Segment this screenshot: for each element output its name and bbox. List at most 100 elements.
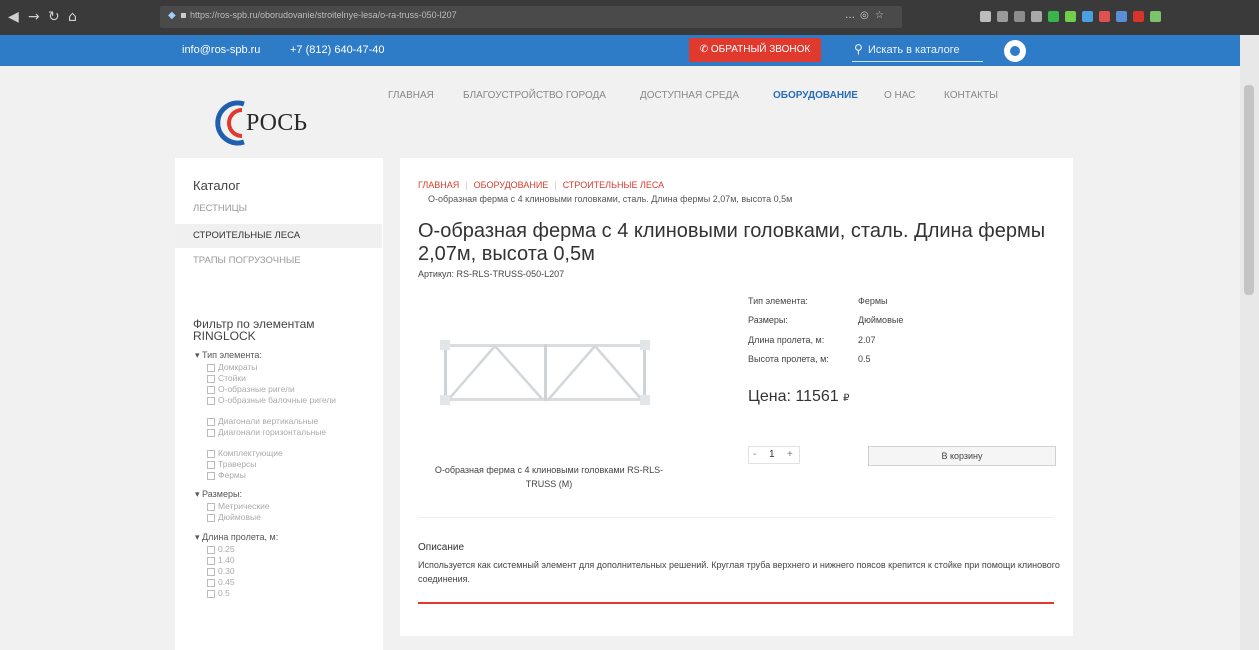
filter-option[interactable]: 0.25 [207, 544, 357, 554]
filter-group-span-length[interactable]: ▾ Длина пролета, м: [195, 532, 278, 543]
back-icon[interactable]: ◀ [8, 9, 19, 25]
extension-adblock-icon[interactable] [1133, 10, 1144, 22]
filter-option[interactable]: Диагонали горизонтальные [207, 427, 357, 437]
phone-link[interactable]: +7 (812) 640-47-40 [290, 44, 384, 56]
nav-about[interactable]: О НАС [884, 90, 915, 101]
search-icon: ⚲ [854, 42, 863, 56]
lock-icon: ▪ [180, 10, 187, 21]
home-icon[interactable]: ⌂ [68, 9, 77, 25]
reload-icon[interactable]: ↻ [48, 9, 60, 25]
filter-option[interactable]: Фермы [207, 470, 357, 480]
filter-option[interactable]: Домкраты [207, 362, 357, 372]
filter-group-type[interactable]: ▾ Тип элемента: [195, 350, 262, 361]
sidebar-item-ramps[interactable]: ТРАПЫ ПОГРУЗОЧНЫЕ [193, 255, 301, 266]
extension-red-icon[interactable] [1099, 10, 1110, 22]
address-bar[interactable]: ◆ ▪ https://ros-spb.ru/oborudovanie/stro… [160, 6, 902, 28]
forward-icon[interactable]: → [28, 9, 40, 25]
breadcrumb-scaffolding[interactable]: СТРОИТЕЛЬНЫЕ ЛЕСА [563, 180, 664, 190]
filter-group-sizes[interactable]: ▾ Размеры: [195, 489, 242, 500]
checkbox-icon[interactable] [207, 567, 215, 576]
qty-value[interactable]: 1 [769, 449, 775, 460]
filter-option[interactable]: 0.45 [207, 577, 357, 587]
product-image[interactable] [440, 330, 650, 416]
checkbox-icon[interactable] [207, 513, 215, 522]
attr-value: Фермы [858, 296, 888, 306]
sidebar-item-ladders[interactable]: ЛЕСТНИЦЫ [193, 203, 247, 214]
divider [418, 517, 1054, 518]
extension-blue-icon[interactable] [1082, 10, 1093, 22]
filter-group-label: Длина пролета, м [202, 532, 276, 542]
product-card: ГЛАВНАЯ | ОБОРУДОВАНИЕ | СТРОИТЕЛЬНЫЕ ЛЕСА О… [400, 158, 1073, 636]
checkbox-icon[interactable] [207, 374, 215, 383]
filter-option[interactable]: 0.30 [207, 566, 357, 576]
checkbox-icon[interactable] [207, 363, 215, 372]
settings-gear-icon[interactable] [1004, 40, 1026, 62]
checkbox-icon[interactable] [207, 460, 215, 469]
image-caption: О-образная ферма с 4 клиновыми головками… [434, 465, 664, 489]
filter-option[interactable]: 1.40 [207, 555, 357, 565]
nav-landscaping[interactable]: БЛАГОУСТРОЙСТВО ГОРОДА [463, 90, 606, 101]
pocket-icon[interactable]: ◎ [860, 10, 869, 21]
extension-dark-blue-icon[interactable] [1116, 10, 1127, 22]
extension-green-icon[interactable] [1048, 10, 1059, 22]
nav-home[interactable]: ГЛАВНАЯ [388, 90, 434, 101]
nav-accessible[interactable]: ДОСТУПНАЯ СРЕДА [640, 90, 739, 101]
checkbox-icon[interactable] [207, 502, 215, 511]
filter-option[interactable]: Траверсы [207, 459, 357, 469]
sidebar-item-scaffolding[interactable]: СТРОИТЕЛЬНЫЕ ЛЕСА [175, 224, 382, 248]
page-scrollbar[interactable] [1240, 35, 1259, 650]
filter-option-label: Диагонали вертикальные [218, 416, 319, 426]
menu-icon[interactable] [1150, 10, 1161, 22]
checkbox-icon[interactable] [207, 545, 215, 554]
product-price: Цена: 11561 ₽ [748, 388, 850, 406]
email-link[interactable]: info@ros-spb.ru [182, 44, 260, 56]
checkbox-icon[interactable] [207, 417, 215, 426]
bookmark-star-icon[interactable]: ☆ [875, 10, 884, 21]
more-icon[interactable]: … [845, 10, 855, 21]
filter-option[interactable]: Дюймовые [207, 512, 357, 522]
accent-divider [418, 602, 1054, 604]
qty-minus-button[interactable]: - [753, 449, 756, 460]
qty-plus-button[interactable]: + [787, 449, 793, 460]
checkbox-icon[interactable] [207, 449, 215, 458]
site-logo[interactable]: РОСЬ [214, 100, 324, 150]
download-icon[interactable] [980, 10, 991, 22]
breadcrumb-separator: | [554, 180, 557, 190]
filter-option[interactable]: Комплектующие [207, 448, 357, 458]
filter-option-label: Траверсы [218, 459, 257, 469]
checkbox-icon[interactable] [207, 578, 215, 587]
nav-contacts[interactable]: КОНТАКТЫ [944, 90, 998, 101]
filter-option[interactable]: Стойки [207, 373, 357, 383]
attr-value: Дюймовые [858, 315, 904, 325]
account-icon[interactable] [1031, 10, 1042, 22]
add-to-cart-button[interactable]: В корзину [868, 446, 1056, 466]
filter-option[interactable]: 0.5 [207, 588, 357, 598]
filter-option[interactable]: О-образные балочные ригели [207, 395, 357, 405]
quantity-stepper[interactable]: - 1 + [748, 446, 800, 464]
checkbox-icon[interactable] [207, 556, 215, 565]
scrollbar-thumb[interactable] [1244, 85, 1254, 295]
filter-option[interactable]: О-образные ригели [207, 384, 357, 394]
filter-option-label: 0.45 [218, 577, 235, 587]
library-icon[interactable] [997, 10, 1008, 22]
breadcrumb-equipment[interactable]: ОБОРУДОВАНИЕ [474, 180, 549, 190]
checkbox-icon[interactable] [207, 471, 215, 480]
search-input[interactable] [868, 41, 978, 59]
shield-icon: ◆ [168, 10, 176, 21]
extension-lime-icon[interactable] [1065, 10, 1076, 22]
checkbox-icon[interactable] [207, 385, 215, 394]
filter-option-label: 1.40 [218, 555, 235, 565]
catalog-search[interactable]: ⚲ [852, 39, 983, 62]
nav-equipment[interactable]: ОБОРУДОВАНИЕ [773, 90, 858, 101]
filter-option[interactable]: Диагонали вертикальные [207, 416, 357, 426]
breadcrumb-home[interactable]: ГЛАВНАЯ [418, 180, 459, 190]
breadcrumb: ГЛАВНАЯ | ОБОРУДОВАНИЕ | СТРОИТЕЛЬНЫЕ ЛЕСА [418, 180, 664, 190]
checkbox-icon[interactable] [207, 428, 215, 437]
sidebar-icon[interactable] [1014, 10, 1025, 22]
url-text: https://ros-spb.ru/oborudovanie/stroitel… [190, 10, 457, 20]
callback-button[interactable]: ✆ ОБРАТНЫЙ ЗВОНОК [689, 38, 821, 62]
attr-label: Размеры: [748, 315, 788, 325]
checkbox-icon[interactable] [207, 396, 215, 405]
filter-option[interactable]: Метрические [207, 501, 357, 511]
checkbox-icon[interactable] [207, 589, 215, 598]
